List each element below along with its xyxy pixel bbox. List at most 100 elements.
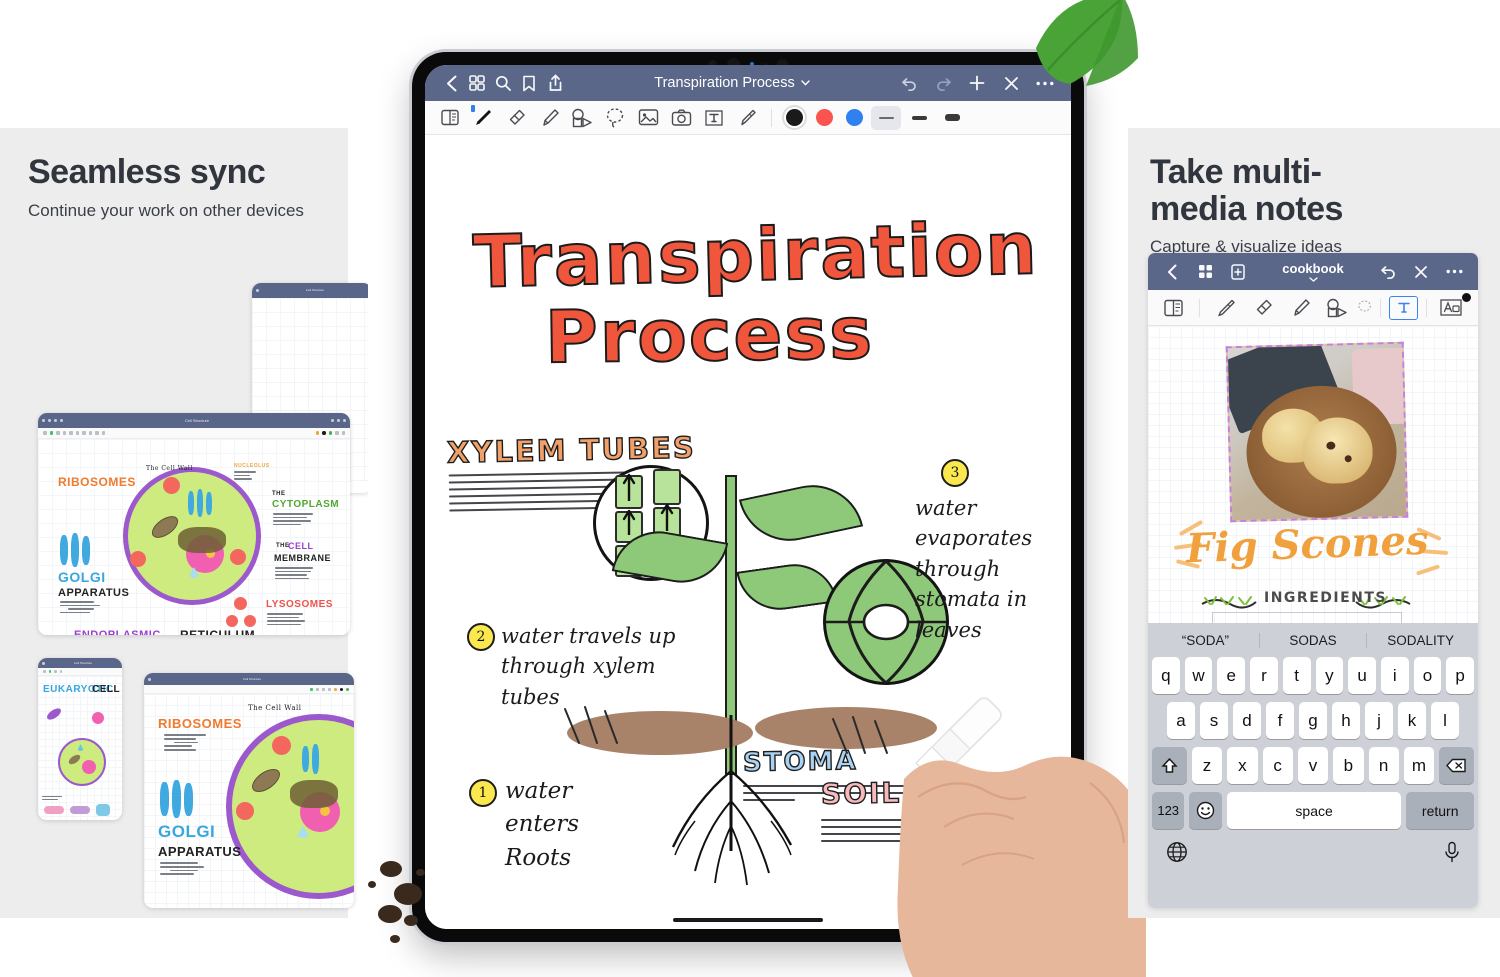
bookmark-icon[interactable] — [60, 419, 63, 422]
key-d[interactable]: d — [1233, 702, 1261, 739]
highlighter-tool[interactable] — [534, 105, 564, 131]
pen-icon[interactable] — [310, 687, 313, 691]
shape-icon[interactable] — [69, 431, 73, 435]
camera-icon[interactable] — [88, 431, 92, 435]
key-c[interactable]: c — [1262, 747, 1293, 784]
color-swatch-orange[interactable] — [315, 431, 319, 435]
note-thumbnail-eukaryotic-cell[interactable]: Cell Structure EUKARYOTIC CELL — [38, 658, 122, 820]
brush-icon[interactable] — [101, 431, 105, 435]
key-f[interactable]: f — [1266, 702, 1294, 739]
text-tool[interactable] — [699, 105, 729, 131]
key-a[interactable]: a — [1167, 702, 1195, 739]
key-w[interactable]: w — [1184, 657, 1213, 694]
text-box-icon[interactable] — [95, 431, 99, 435]
page-tool[interactable] — [1156, 294, 1191, 322]
color-swatch-green[interactable] — [328, 431, 332, 435]
text-tool[interactable] — [1389, 295, 1418, 320]
key-e[interactable]: e — [1217, 657, 1246, 694]
shape-tool[interactable] — [567, 105, 597, 131]
more-button[interactable] — [1441, 259, 1467, 285]
key-n[interactable]: n — [1368, 747, 1399, 784]
dictation-key[interactable] — [1444, 841, 1460, 868]
shape-icon[interactable] — [328, 687, 331, 691]
redo-icon[interactable] — [337, 419, 340, 422]
key-i[interactable]: i — [1380, 657, 1409, 694]
back-button[interactable] — [1159, 259, 1185, 285]
chevron-left-icon[interactable] — [42, 419, 45, 422]
width-thick-button[interactable] — [937, 106, 967, 130]
width-thin[interactable] — [335, 431, 339, 435]
key-t[interactable]: t — [1282, 657, 1311, 694]
grid-icon[interactable] — [1192, 259, 1218, 285]
numbers-key[interactable]: 123 — [1152, 792, 1185, 829]
close-button[interactable] — [998, 70, 1024, 96]
pen-icon[interactable] — [48, 670, 51, 673]
pen-icon[interactable] — [49, 431, 53, 435]
width-thin-button[interactable] — [871, 105, 901, 130]
key-j[interactable]: j — [1365, 702, 1393, 739]
new-page-icon[interactable] — [1225, 259, 1251, 285]
key-h[interactable]: h — [1332, 702, 1360, 739]
key-l[interactable]: l — [1431, 702, 1459, 739]
width-medium[interactable] — [341, 431, 345, 435]
undo-button[interactable] — [896, 70, 922, 96]
key-u[interactable]: u — [1348, 657, 1376, 694]
shift-key[interactable] — [1151, 747, 1187, 784]
grid-icon[interactable] — [464, 70, 490, 96]
key-v[interactable]: v — [1297, 747, 1329, 784]
cookbook-canvas[interactable]: Fig Scones INGREDIENTS 340 gr — [1148, 326, 1478, 623]
color-swatch-green[interactable] — [346, 687, 349, 691]
globe-key[interactable] — [1166, 841, 1188, 868]
backspace-key[interactable] — [1439, 747, 1475, 784]
bookmark-icon[interactable] — [516, 70, 542, 96]
width-medium-button[interactable] — [904, 106, 934, 130]
lasso-tool[interactable] — [1357, 294, 1372, 322]
eraser-icon[interactable] — [54, 670, 57, 673]
lasso-tool[interactable] — [600, 105, 630, 131]
key-x[interactable]: x — [1227, 747, 1258, 784]
scones-photo[interactable] — [1225, 341, 1409, 523]
color-swatch-blue[interactable] — [846, 109, 863, 126]
color-swatch-black[interactable] — [786, 109, 803, 126]
ingredients-text-box[interactable]: 340 grams ALL-PURPOSE FLOUR 1/2 tablespo… — [1212, 612, 1402, 623]
cookbook-title-area[interactable]: cookbook — [1258, 261, 1368, 282]
color-swatch-black[interactable] — [322, 431, 326, 435]
key-q[interactable]: q — [1151, 657, 1180, 694]
eraser-tool[interactable] — [501, 105, 531, 131]
brush-tool[interactable] — [732, 105, 762, 131]
color-swatch-orange[interactable] — [334, 687, 337, 691]
key-b[interactable]: b — [1333, 747, 1364, 784]
shape-tool[interactable] — [1320, 294, 1355, 322]
note-title-area[interactable]: Transpiration Process — [568, 75, 896, 91]
highlighter-icon[interactable] — [62, 431, 66, 435]
note-thumbnail-cell-structure[interactable]: Cell Structure RIBOSOMES The Cell Wall N… — [38, 413, 350, 635]
shape-icon[interactable] — [59, 670, 62, 673]
more-icon[interactable] — [343, 419, 346, 422]
prediction-2[interactable]: SODALITY — [1367, 633, 1474, 648]
color-swatch-red[interactable] — [816, 109, 833, 126]
key-m[interactable]: m — [1403, 747, 1435, 784]
page-tool[interactable] — [435, 105, 465, 131]
prediction-1[interactable]: SODAS — [1260, 632, 1368, 648]
share-icon[interactable] — [542, 70, 568, 96]
camera-tool[interactable] — [666, 105, 696, 131]
emoji-key[interactable] — [1189, 792, 1222, 829]
page-icon[interactable] — [43, 670, 46, 673]
pen-tool[interactable] — [1208, 294, 1243, 322]
undo-icon[interactable] — [331, 419, 334, 422]
key-z[interactable]: z — [1191, 747, 1223, 784]
key-p[interactable]: p — [1446, 657, 1475, 694]
eraser-icon[interactable] — [56, 431, 60, 435]
grid-icon[interactable] — [48, 419, 51, 422]
image-icon[interactable] — [82, 431, 86, 435]
search-icon[interactable] — [54, 419, 57, 422]
highlighter-tool[interactable] — [1283, 294, 1318, 322]
prediction-0[interactable]: “SODA” — [1152, 632, 1260, 648]
key-g[interactable]: g — [1299, 702, 1327, 739]
font-style-tool[interactable] — [1435, 292, 1472, 322]
undo-button[interactable] — [1375, 259, 1401, 285]
key-o[interactable]: o — [1413, 657, 1442, 694]
eraser-icon[interactable] — [316, 687, 319, 691]
eraser-tool[interactable] — [1245, 294, 1280, 322]
color-swatch-black[interactable] — [340, 687, 343, 691]
